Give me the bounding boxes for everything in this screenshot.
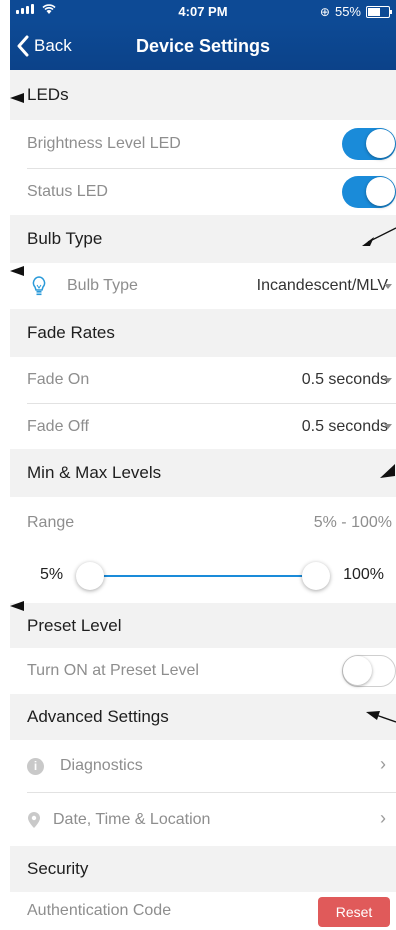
section-title: Security (27, 859, 89, 878)
annotation-arrow-icon (380, 464, 395, 478)
section-header-min-max: Min & Max Levels (10, 449, 396, 497)
back-label: Back (34, 36, 72, 55)
bulb-type-value: Incandescent/MLV (256, 277, 388, 294)
section-title: Bulb Type (27, 229, 103, 248)
range-row: Range 5% - 100% (10, 497, 396, 549)
bulb-type-label: Bulb Type (67, 277, 138, 294)
date-time-location-label: Date, Time & Location (53, 810, 211, 828)
brightness-led-label: Brightness Level LED (27, 135, 181, 152)
section-title: Fade Rates (27, 323, 115, 342)
section-header-bulb-type: Bulb Type (10, 215, 396, 263)
section-header-security: Security (10, 846, 396, 892)
slider-min-label: 5% (40, 566, 64, 583)
section-header-advanced: Advanced Settings (10, 694, 396, 740)
fade-on-label: Fade On (27, 371, 90, 388)
fade-on-value: 0.5 seconds (301, 371, 388, 388)
brightness-led-row: Brightness Level LED (10, 120, 396, 168)
slider-max-label: 100% (343, 566, 384, 583)
section-title: Preset Level (27, 615, 122, 635)
bulb-type-row[interactable]: Bulb Type Incandescent/MLV (10, 263, 396, 309)
dropdown-caret-icon (384, 424, 392, 429)
preset-level-toggle[interactable] (342, 655, 396, 687)
annotation-arrow-icon (10, 93, 24, 103)
annotation-arrow-icon (366, 711, 396, 723)
chevron-left-icon (17, 35, 29, 57)
app-frame: 4:07 PM ⊕ 55% Back Device Settings LEDs … (10, 0, 396, 930)
fade-on-row[interactable]: Fade On 0.5 seconds (10, 357, 396, 403)
diagnostics-row[interactable]: i Diagnostics › (10, 740, 396, 792)
preset-level-row: Turn ON at Preset Level (10, 648, 396, 694)
preset-level-label: Turn ON at Preset Level (27, 662, 199, 679)
chevron-right-icon: › (380, 754, 386, 774)
location-pin-icon (28, 811, 40, 828)
range-slider: 5% 100% (10, 549, 396, 603)
section-header-preset-level: Preset Level (10, 603, 396, 648)
fade-off-value: 0.5 seconds (301, 417, 388, 435)
chevron-right-icon: › (380, 808, 386, 828)
section-title: Advanced Settings (27, 707, 169, 726)
slider-track (90, 575, 316, 577)
battery-percent: 55% (334, 4, 361, 19)
status-led-row: Status LED (10, 169, 396, 215)
section-title: LEDs (27, 85, 69, 104)
section-header-fade-rates: Fade Rates (10, 309, 396, 357)
status-led-toggle[interactable] (342, 176, 396, 208)
back-button[interactable]: Back (16, 22, 72, 70)
annotation-arrow-icon (10, 266, 24, 276)
range-label: Range (27, 514, 75, 531)
reset-button[interactable]: Reset (318, 897, 390, 927)
navigation-bar: Back Device Settings (10, 22, 396, 70)
slider-min-thumb[interactable] (76, 562, 104, 590)
lightbulb-icon (32, 276, 46, 296)
fade-off-row[interactable]: Fade Off 0.5 seconds (10, 404, 396, 449)
fade-off-label: Fade Off (27, 417, 89, 435)
annotation-arrow-icon (362, 227, 396, 246)
diagnostics-label: Diagnostics (60, 757, 143, 774)
date-time-location-row[interactable]: Date, Time & Location › (10, 793, 396, 846)
dropdown-caret-icon (384, 284, 392, 289)
info-icon: i (27, 757, 44, 775)
authentication-code-row: Authentication Code Reset (10, 892, 396, 930)
status-led-label: Status LED (27, 183, 108, 200)
annotation-arrow-icon (10, 601, 24, 611)
range-value: 5% - 100% (313, 514, 392, 531)
orientation-lock-icon: ⊕ (319, 4, 330, 19)
brightness-led-toggle[interactable] (342, 128, 396, 160)
status-bar: 4:07 PM ⊕ 55% (10, 0, 396, 22)
slider-max-thumb[interactable] (302, 562, 330, 590)
dropdown-caret-icon (384, 378, 392, 383)
section-header-leds: LEDs (10, 70, 396, 120)
section-title: Min & Max Levels (27, 463, 162, 482)
battery-icon (366, 5, 392, 18)
